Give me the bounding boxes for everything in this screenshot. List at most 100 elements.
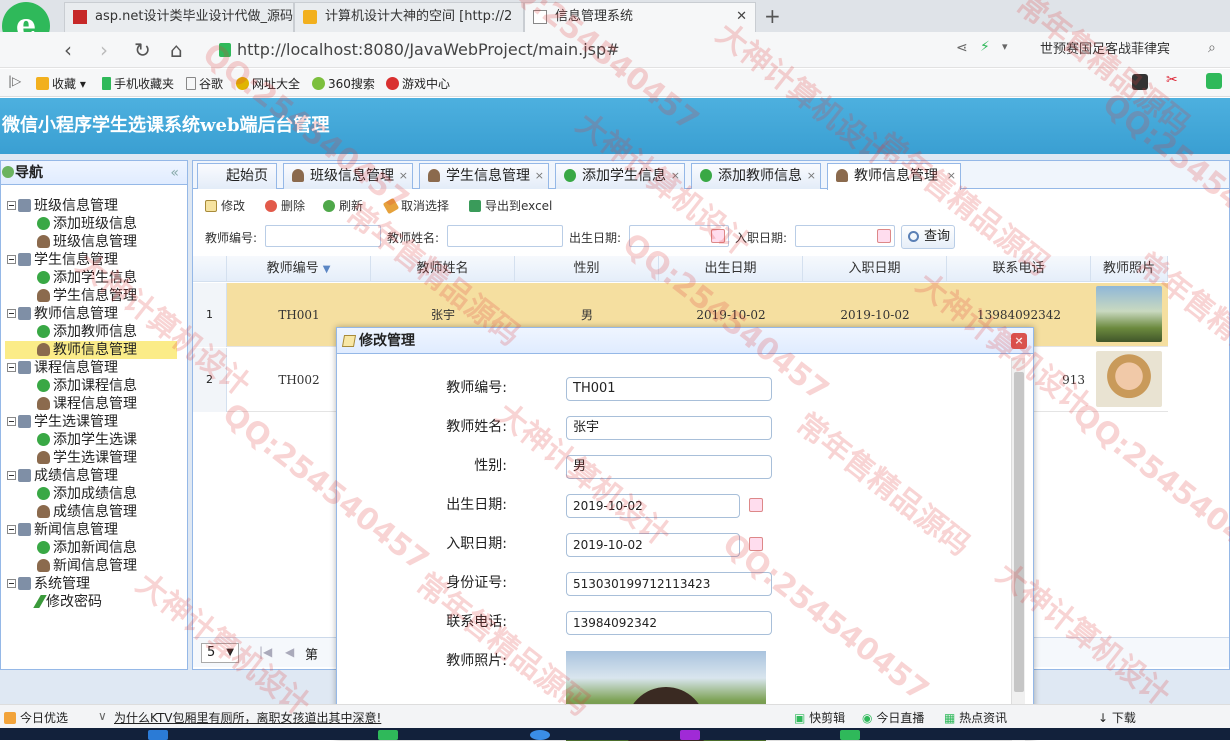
excel-icon[interactable] <box>1206 73 1222 89</box>
cancel-select-button[interactable]: 取消选择 <box>382 197 449 215</box>
hot-news-button[interactable]: ▦ 热点资讯 <box>944 709 1007 726</box>
tree-item[interactable]: 添加班级信息 <box>37 215 137 233</box>
id-card-field[interactable]: 513030199712113423 <box>566 572 772 596</box>
tree-group[interactable]: 学生信息管理 <box>7 251 118 269</box>
grid-header[interactable]: 入职日期 <box>803 256 947 282</box>
sidebar-toggle-icon[interactable]: |▷ <box>8 74 21 88</box>
tab-student-info[interactable]: 学生信息管理 × <box>419 163 549 189</box>
teacher-no-input[interactable] <box>265 225 381 247</box>
collapse-toggle-icon[interactable] <box>7 417 16 426</box>
birth-date-field[interactable]: 2019-10-02 <box>566 494 763 518</box>
grid-header[interactable]: 性别 <box>515 256 659 282</box>
bookmark-games[interactable]: 游戏中心 <box>386 75 450 92</box>
tab-add-student[interactable]: 添加学生信息 × <box>555 163 685 189</box>
tree-item[interactable]: 添加课程信息 <box>37 377 137 395</box>
share-icon[interactable]: ⋖ <box>956 40 968 56</box>
teacher-name-input[interactable] <box>447 225 563 247</box>
collapse-toggle-icon[interactable] <box>7 525 16 534</box>
grid-header[interactable]: 联系电话 <box>947 256 1091 282</box>
tree-item[interactable]: 添加学生信息 <box>37 269 137 287</box>
taskbar-app-icon[interactable] <box>148 730 168 740</box>
close-icon[interactable]: × <box>535 164 544 188</box>
hire-date-input[interactable] <box>795 225 895 247</box>
calendar-icon[interactable] <box>711 229 725 243</box>
phone-field[interactable]: 13984092342 <box>566 611 772 635</box>
tree-group[interactable]: 学生选课管理 <box>7 413 118 431</box>
tree-item[interactable]: 成绩信息管理 <box>37 503 137 521</box>
close-tab-icon[interactable]: ✕ <box>736 3 747 31</box>
teacher-name-field[interactable]: 张宇 <box>566 416 772 440</box>
calendar-icon[interactable] <box>749 498 763 512</box>
tree-group[interactable]: 成绩信息管理 <box>7 467 118 485</box>
back-icon[interactable]: ‹ <box>64 38 72 62</box>
collapse-toggle-icon[interactable] <box>7 579 16 588</box>
tree-item[interactable]: 修改密码 <box>33 593 102 611</box>
first-page-icon[interactable]: |◀ <box>259 645 272 659</box>
bookmark-favorites[interactable]: 收藏 ▾ <box>36 75 86 92</box>
close-icon[interactable]: × <box>399 164 408 188</box>
browser-tab[interactable]: asp.net设计类毕业设计代做_源码 <box>64 2 294 32</box>
gender-field[interactable]: 男 <box>566 455 772 479</box>
close-button[interactable]: × <box>1011 333 1027 349</box>
collapse-toggle-icon[interactable] <box>7 309 16 318</box>
tab-home[interactable]: 起始页 <box>197 163 277 189</box>
new-tab-button[interactable]: + <box>764 4 781 28</box>
birth-date-input[interactable] <box>629 225 729 247</box>
live-button[interactable]: ◉ 今日直播 <box>862 709 924 726</box>
scrollbar-thumb[interactable] <box>1014 372 1024 692</box>
taskbar-app-icon[interactable] <box>680 730 700 740</box>
taskbar-app-icon[interactable] <box>530 730 550 740</box>
search-icon[interactable]: ⌕ <box>1208 40 1216 56</box>
home-icon[interactable]: ⌂ <box>170 38 183 62</box>
tree-item[interactable]: 教师信息管理 <box>5 341 177 359</box>
prev-page-icon[interactable]: ◀ <box>285 645 294 659</box>
close-icon[interactable]: × <box>947 164 956 188</box>
grid-header[interactable]: 教师照片 <box>1091 256 1168 282</box>
tree-group[interactable]: 系统管理 <box>7 575 90 593</box>
bookmark-360search[interactable]: 360搜索 <box>312 75 375 92</box>
tree-item[interactable]: 学生选课管理 <box>37 449 137 467</box>
collapse-toggle-icon[interactable] <box>7 471 16 480</box>
bookmark-mobile[interactable]: 手机收藏夹 <box>102 75 174 92</box>
tree-group[interactable]: 教师信息管理 <box>7 305 118 323</box>
grid-header[interactable]: 出生日期 <box>659 256 803 282</box>
tab-class-info[interactable]: 班级信息管理 × <box>283 163 413 189</box>
url-input[interactable]: http://localhost:8080/JavaWebProject/mai… <box>215 36 945 64</box>
collapse-toggle-icon[interactable] <box>7 363 16 372</box>
download-button[interactable]: ↓ 下载 <box>1098 709 1136 726</box>
tree-item[interactable]: 新闻信息管理 <box>37 557 137 575</box>
clip-button[interactable]: ▣ 快剪辑 <box>794 709 845 726</box>
tree-item[interactable]: 添加新闻信息 <box>37 539 137 557</box>
tree-item[interactable]: 添加学生选课 <box>37 431 137 449</box>
close-icon[interactable]: × <box>807 164 816 188</box>
collapse-toggle-icon[interactable] <box>7 255 16 264</box>
page-size-select[interactable]: 5 ▼ <box>201 643 239 663</box>
calendar-icon[interactable] <box>749 537 763 551</box>
tree-item[interactable]: 添加成绩信息 <box>37 485 137 503</box>
browser-tab[interactable]: 计算机设计大神的空间 [http://2 <box>294 2 524 32</box>
edit-button[interactable]: 修改 <box>205 197 245 214</box>
tree-item[interactable]: 学生信息管理 <box>37 287 137 305</box>
grid-header[interactable]: 教师编号 ▼ <box>227 256 371 282</box>
refresh-button[interactable]: 刷新 <box>323 197 363 214</box>
chevron-down-icon[interactable]: ▾ <box>1002 40 1008 53</box>
teacher-no-field[interactable]: TH001 <box>566 377 772 401</box>
tab-add-teacher[interactable]: 添加教师信息 × <box>691 163 821 189</box>
tree-item[interactable]: 课程信息管理 <box>37 395 137 413</box>
close-icon[interactable]: × <box>671 164 680 188</box>
grid-header[interactable]: 教师姓名 <box>371 256 515 282</box>
tree-group[interactable]: 班级信息管理 <box>7 197 118 215</box>
lightning-icon[interactable]: ⚡ <box>980 39 990 55</box>
taskbar-app-icon[interactable] <box>840 730 860 740</box>
daily-picks-button[interactable]: 今日优选 <box>4 709 68 726</box>
collapse-icon[interactable]: « <box>170 161 179 185</box>
collapse-toggle-icon[interactable] <box>7 201 16 210</box>
tree-group[interactable]: 课程信息管理 <box>7 359 118 377</box>
query-button[interactable]: 查询 <box>901 225 955 249</box>
scissors-icon[interactable]: ✂ <box>1166 72 1178 88</box>
reload-icon[interactable]: ↻ <box>134 38 151 62</box>
export-button[interactable]: 导出到excel <box>469 197 552 214</box>
browser-tab-active[interactable]: 信息管理系统 ✕ <box>524 2 756 32</box>
search-suggestion[interactable]: 世预赛国足客战菲律宾 <box>1040 36 1170 64</box>
extension-icon[interactable] <box>1132 74 1148 90</box>
